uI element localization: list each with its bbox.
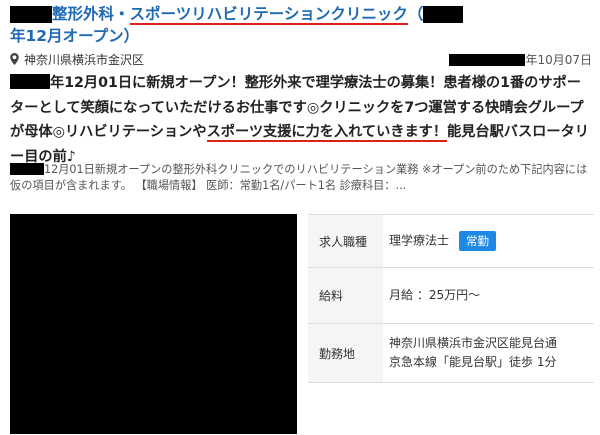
salary-label: 給料 <box>319 289 344 303</box>
location-row: 神奈川県横浜市金沢区 <box>10 51 144 68</box>
headline-underlined: スポーツ支援に力を入れていきます！ <box>206 124 448 142</box>
double-circle-mark: ◎ <box>52 124 65 140</box>
job-description: 12月01日新規オープンの整形外科クリニックでのリハビリテーション業務 ※オープ… <box>10 162 594 194</box>
date-text: 年10月07日 <box>525 53 592 67</box>
map-pin-icon <box>10 53 19 65</box>
redacted-block <box>10 74 50 89</box>
salary-row: 給料 月給 ：25万円〜 <box>308 268 594 324</box>
employment-badge: 常勤 <box>459 231 497 251</box>
location-label: 勤務地 <box>319 346 356 361</box>
title-paren: （ <box>407 5 424 23</box>
redacted-block <box>423 6 464 23</box>
location-line2: 京急本線「能見台駅」徒歩 1分 <box>389 355 557 369</box>
job-type-row: 求人職種 理学療法士 常勤 <box>308 215 594 268</box>
job-type-value: 理学療法士 常勤 <box>389 231 594 251</box>
job-photo[interactable] <box>10 214 297 434</box>
redacted-block <box>10 6 52 23</box>
location-info-row: 勤務地 神奈川県横浜市金沢区能見台通 京急本線「能見台駅」徒歩 1分 <box>308 324 594 383</box>
job-headline: 年12月01日に新規オープン！整形外来で理学療法士の募集！患者様の1番のサポータ… <box>10 71 594 169</box>
redacted-block <box>10 163 44 175</box>
job-type-label: 求人職種 <box>319 234 368 249</box>
location-text: 神奈川県横浜市金沢区 <box>24 53 145 67</box>
double-circle-mark: ◎ <box>306 99 320 116</box>
headline-text: リハビリテーションや <box>64 124 207 140</box>
job-info-table: 求人職種 理学療法士 常勤 給料 月給 ：25万円〜 勤務地 神奈川県横浜市金沢区… <box>308 214 594 383</box>
title-clinic-link[interactable]: スポーツリハビリテーションクリニック <box>129 5 408 25</box>
title-part: 整形外科・ <box>52 5 130 23</box>
location-line1: 神奈川県横浜市金沢区能見台通 <box>389 336 558 350</box>
post-date: 年10月07日 <box>449 51 592 68</box>
title-line2: 年12月オープン） <box>10 27 140 45</box>
job-title[interactable]: 整形外科・スポーツリハビリテーションクリニック（ 年12月オープン） <box>10 3 600 45</box>
salary-value: 月給 ：25万円〜 <box>389 288 481 302</box>
location-value: 神奈川県横浜市金沢区能見台通 京急本線「能見台駅」徒歩 1分 <box>389 334 594 372</box>
job-type-text: 理学療法士 <box>389 233 450 248</box>
redacted-block <box>449 54 526 66</box>
description-text: 12月01日新規オープンの整形外科クリニックでのリハビリテーション業務 ※オープ… <box>10 163 588 192</box>
